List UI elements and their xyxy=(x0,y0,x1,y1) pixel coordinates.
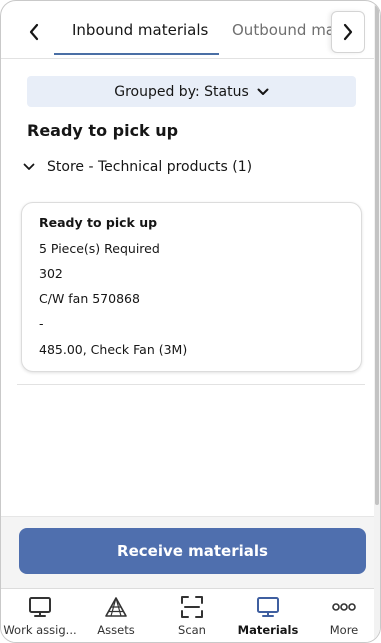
group-by-label: Grouped by: Status xyxy=(114,83,249,100)
material-card[interactable]: Ready to pick up 5 Piece(s) Required 302… xyxy=(21,202,362,372)
active-tab-indicator xyxy=(54,53,219,55)
more-icon xyxy=(331,595,357,619)
scrollbar-thumb[interactable] xyxy=(375,5,379,505)
nav-item-assets[interactable]: Assets xyxy=(78,589,154,642)
tab-bar: Inbound materials Outbound materials xyxy=(1,1,376,59)
card-quantity: 5 Piece(s) Required xyxy=(39,241,160,256)
card-status: Ready to pick up xyxy=(39,215,158,230)
chevron-down-icon xyxy=(23,163,35,170)
chevron-right-icon xyxy=(343,23,353,41)
card-description: C/W fan 570868 xyxy=(39,291,140,306)
scrollbar[interactable] xyxy=(374,1,380,642)
chevron-down-icon xyxy=(257,88,269,95)
nav-label-more: More xyxy=(329,623,359,637)
nav-label-scan: Scan xyxy=(178,623,206,637)
chevron-left-icon xyxy=(29,23,39,41)
monitor-icon xyxy=(28,595,52,619)
tab-scroll-left-button[interactable] xyxy=(17,11,51,53)
nav-item-materials[interactable]: Materials xyxy=(230,589,306,642)
card-code: 302 xyxy=(39,266,63,281)
group-header-label: Store - Technical products (1) xyxy=(47,159,253,175)
tab-scroll-right-button[interactable] xyxy=(331,11,365,53)
group-by-dropdown[interactable]: Grouped by: Status xyxy=(27,76,356,107)
nav-label-work-assignments: Work assig... xyxy=(3,623,77,637)
card-detail: 485.00, Check Fan (3M) xyxy=(39,342,188,357)
nav-item-more[interactable]: More xyxy=(306,589,380,642)
nav-item-scan[interactable]: Scan xyxy=(154,589,230,642)
tab-outbound-materials[interactable]: Outbound materials xyxy=(232,21,331,39)
tab-inbound-materials[interactable]: Inbound materials xyxy=(72,21,208,39)
receive-materials-button[interactable]: Receive materials xyxy=(19,528,366,574)
group-header[interactable]: Store - Technical products (1) xyxy=(23,159,252,175)
nav-label-assets: Assets xyxy=(97,623,135,637)
scan-icon xyxy=(180,595,204,619)
card-separator: - xyxy=(39,316,44,331)
bottom-nav: Work assig... Assets Scan Materials More xyxy=(1,588,376,642)
nav-label-materials: Materials xyxy=(237,623,299,637)
app-frame: Inbound materials Outbound materials Gro… xyxy=(0,0,381,643)
divider xyxy=(17,384,365,385)
monitor-icon xyxy=(256,595,280,619)
nav-item-work-assignments[interactable]: Work assig... xyxy=(2,589,78,642)
assets-icon xyxy=(104,595,128,619)
section-title: Ready to pick up xyxy=(27,121,179,140)
